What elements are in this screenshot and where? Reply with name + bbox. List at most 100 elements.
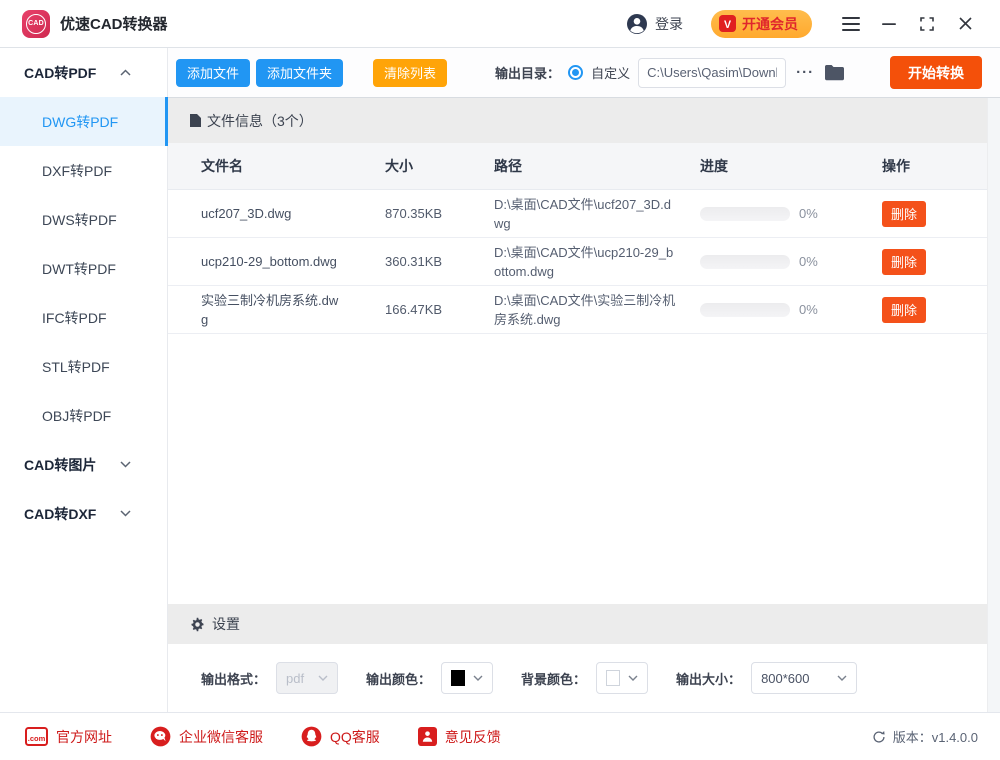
action-cell: 删除 [882, 297, 987, 323]
scrollbar-track[interactable] [987, 98, 1000, 712]
version-info: 版本：v1.4.0.0 [872, 727, 978, 746]
sidebar-item-obj-to-pdf[interactable]: OBJ转PDF [0, 391, 167, 440]
footer: .com 官方网址 企业微信客服 QQ客服 意见反馈 版本：v1.4.0.0 [0, 712, 1000, 760]
sidebar: CAD转PDF DWG转PDF DXF转PDF DWS转PDF DWT转PDF … [0, 48, 168, 712]
sidebar-item-ifc-to-pdf[interactable]: IFC转PDF [0, 293, 167, 342]
chevron-down-icon [318, 675, 328, 681]
column-header-path: 路径 [494, 156, 700, 176]
output-format-select[interactable]: pdf [276, 662, 338, 694]
file-name: ucp210-29_bottom.dwg [201, 252, 385, 271]
table-row: 实验三制冷机房系统.dwg 166.47KB D:\桌面\CAD文件\实验三制冷… [168, 286, 987, 334]
sidebar-item-stl-to-pdf[interactable]: STL转PDF [0, 342, 167, 391]
delete-button[interactable]: 删除 [882, 249, 926, 275]
progress-label: 0% [799, 302, 818, 317]
file-path: D:\桌面\CAD文件\实验三制冷机房系统.dwg [494, 291, 700, 329]
wechat-icon [150, 726, 171, 747]
output-format-label: 输出格式： [201, 669, 266, 688]
progress-cell: 0% [700, 206, 882, 221]
settings-bar: 设置 [168, 604, 987, 644]
file-info-bar: 文件信息（3个） [168, 98, 987, 143]
svg-text:V: V [724, 19, 731, 31]
progress-label: 0% [799, 254, 818, 269]
menu-button[interactable] [834, 8, 868, 40]
empty-area [168, 334, 987, 604]
sidebar-item-dws-to-pdf[interactable]: DWS转PDF [0, 195, 167, 244]
minimize-button[interactable] [872, 8, 906, 40]
website-icon: .com [25, 727, 48, 746]
black-color-swatch [451, 670, 465, 686]
chevron-up-icon [120, 69, 131, 76]
content-area: 文件信息（3个） 文件名 大小 路径 进度 操作 ucf207_3D.dwg 8… [168, 98, 987, 712]
feedback-icon [418, 727, 437, 746]
output-size-label: 输出大小： [676, 669, 741, 688]
chevron-down-icon [120, 461, 131, 468]
sidebar-item-dxf-to-pdf[interactable]: DXF转PDF [0, 146, 167, 195]
output-size-select[interactable]: 800*600 [751, 662, 857, 694]
close-button[interactable] [948, 8, 982, 40]
add-file-button[interactable]: 添加文件 [176, 59, 250, 87]
hamburger-icon [842, 17, 860, 31]
official-website-link[interactable]: .com 官方网址 [25, 727, 112, 747]
minimize-icon [882, 17, 896, 31]
file-size: 360.31KB [385, 254, 494, 269]
file-path: D:\桌面\CAD文件\ucp210-29_bottom.dwg [494, 243, 700, 281]
progress-cell: 0% [700, 254, 882, 269]
sidebar-group-cad-to-pdf[interactable]: CAD转PDF [0, 48, 167, 97]
column-header-action: 操作 [882, 156, 987, 176]
qq-support-link[interactable]: QQ客服 [301, 726, 380, 747]
browse-more-button[interactable]: ··· [794, 64, 816, 81]
background-color-select[interactable] [596, 662, 648, 694]
refresh-icon[interactable] [872, 730, 886, 744]
output-directory-group: 输出目录： 自定义 ··· [495, 58, 845, 88]
output-path-input[interactable] [638, 58, 786, 88]
output-color-label: 输出颜色： [366, 669, 431, 688]
maximize-icon [920, 17, 934, 31]
start-convert-button[interactable]: 开始转换 [890, 56, 982, 89]
svg-text:.com: .com [28, 734, 46, 743]
column-header-size: 大小 [385, 156, 494, 176]
wechat-support-link[interactable]: 企业微信客服 [150, 726, 263, 747]
login-button[interactable]: 登录 [626, 13, 683, 35]
maximize-button[interactable] [910, 8, 944, 40]
output-color-select[interactable] [441, 662, 493, 694]
open-folder-button[interactable] [824, 64, 845, 81]
clear-list-button[interactable]: 清除列表 [373, 59, 447, 87]
settings-controls: 输出格式： pdf 输出颜色： 背景颜色： [168, 644, 987, 712]
white-color-swatch [606, 670, 620, 686]
document-icon [190, 114, 201, 127]
output-directory-label: 输出目录： [495, 63, 560, 82]
qq-icon [301, 726, 322, 747]
column-header-progress: 进度 [700, 156, 882, 176]
open-vip-button[interactable]: V 开通会员 [711, 10, 812, 38]
file-info-title: 文件信息（3个） [207, 111, 313, 131]
feedback-link[interactable]: 意见反馈 [418, 727, 501, 747]
progress-bar [700, 303, 790, 317]
custom-path-radio[interactable] [568, 65, 583, 80]
file-name: 实验三制冷机房系统.dwg [201, 291, 385, 329]
window-controls [834, 8, 982, 40]
background-color-label: 背景颜色： [521, 669, 586, 688]
column-header-filename: 文件名 [201, 156, 385, 176]
table-row: ucp210-29_bottom.dwg 360.31KB D:\桌面\CAD文… [168, 238, 987, 286]
file-size: 166.47KB [385, 302, 494, 317]
sidebar-group-cad-to-dxf[interactable]: CAD转DXF [0, 489, 167, 538]
close-icon [959, 17, 972, 30]
chevron-down-icon [473, 675, 483, 681]
sidebar-item-dwg-to-pdf[interactable]: DWG转PDF [0, 97, 167, 146]
app-title: 优速CAD转换器 [60, 13, 168, 34]
custom-path-radio-label: 自定义 [591, 63, 630, 82]
progress-bar [700, 255, 790, 269]
app-logo-icon: CAD [22, 10, 50, 38]
table-row: ucf207_3D.dwg 870.35KB D:\桌面\CAD文件\ucf20… [168, 190, 987, 238]
titlebar: CAD 优速CAD转换器 登录 V 开通会员 [0, 0, 1000, 48]
gear-icon [190, 617, 205, 632]
add-folder-button[interactable]: 添加文件夹 [256, 59, 343, 87]
delete-button[interactable]: 删除 [882, 201, 926, 227]
user-avatar-icon [626, 13, 648, 35]
sidebar-group-cad-to-image[interactable]: CAD转图片 [0, 440, 167, 489]
action-cell: 删除 [882, 201, 987, 227]
chevron-down-icon [837, 675, 847, 681]
toolbar: 添加文件 添加文件夹 清除列表 输出目录： 自定义 ··· 开始转换 [168, 48, 1000, 98]
delete-button[interactable]: 删除 [882, 297, 926, 323]
sidebar-item-dwt-to-pdf[interactable]: DWT转PDF [0, 244, 167, 293]
